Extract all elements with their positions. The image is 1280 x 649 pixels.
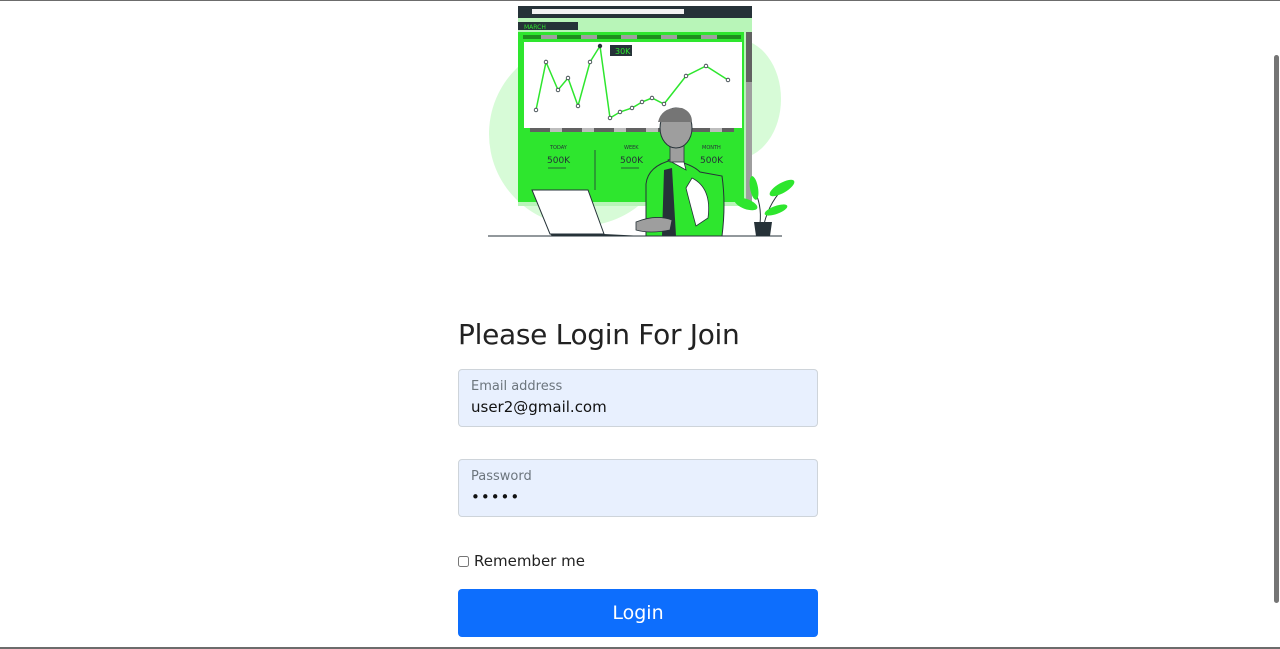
chart-area bbox=[524, 42, 742, 128]
stat-value-today: 500K bbox=[547, 156, 571, 166]
scrollbar-thumb[interactable] bbox=[1274, 55, 1279, 603]
stat-label-month: MONTH bbox=[702, 145, 721, 151]
password-label: Password bbox=[471, 469, 532, 484]
email-label: Email address bbox=[471, 379, 563, 394]
chart-top-strip bbox=[523, 35, 741, 39]
email-input[interactable] bbox=[471, 398, 801, 416]
dashboard-illustration: MARCH 30K TODAY 500K WEEK 500K MONTH 500… bbox=[488, 6, 795, 237]
remember-checkbox[interactable] bbox=[458, 555, 469, 567]
password-field[interactable]: Password ••••• bbox=[458, 459, 818, 517]
dashboard-month-label: MARCH bbox=[524, 24, 546, 31]
remember-label: Remember me bbox=[474, 552, 585, 570]
page-title: Please Login For Join bbox=[458, 318, 740, 351]
login-button[interactable]: Login bbox=[458, 589, 818, 637]
email-field[interactable]: Email address bbox=[458, 369, 818, 427]
page-scrollbar[interactable] bbox=[1272, 0, 1280, 649]
password-input[interactable]: ••••• bbox=[471, 488, 801, 506]
stat-label-week: WEEK bbox=[624, 145, 639, 151]
peak-badge-label: 30K bbox=[615, 47, 631, 56]
login-form: Please Login For Join Email address Pass… bbox=[458, 318, 818, 637]
stat-label-today: TODAY bbox=[549, 145, 568, 151]
chart-bottom-strip bbox=[530, 128, 734, 132]
stat-value-week: 500K bbox=[620, 156, 644, 166]
remember-me[interactable]: Remember me bbox=[458, 552, 585, 570]
window-top-border bbox=[0, 0, 1280, 1]
stat-value-month: 500K bbox=[700, 156, 724, 166]
